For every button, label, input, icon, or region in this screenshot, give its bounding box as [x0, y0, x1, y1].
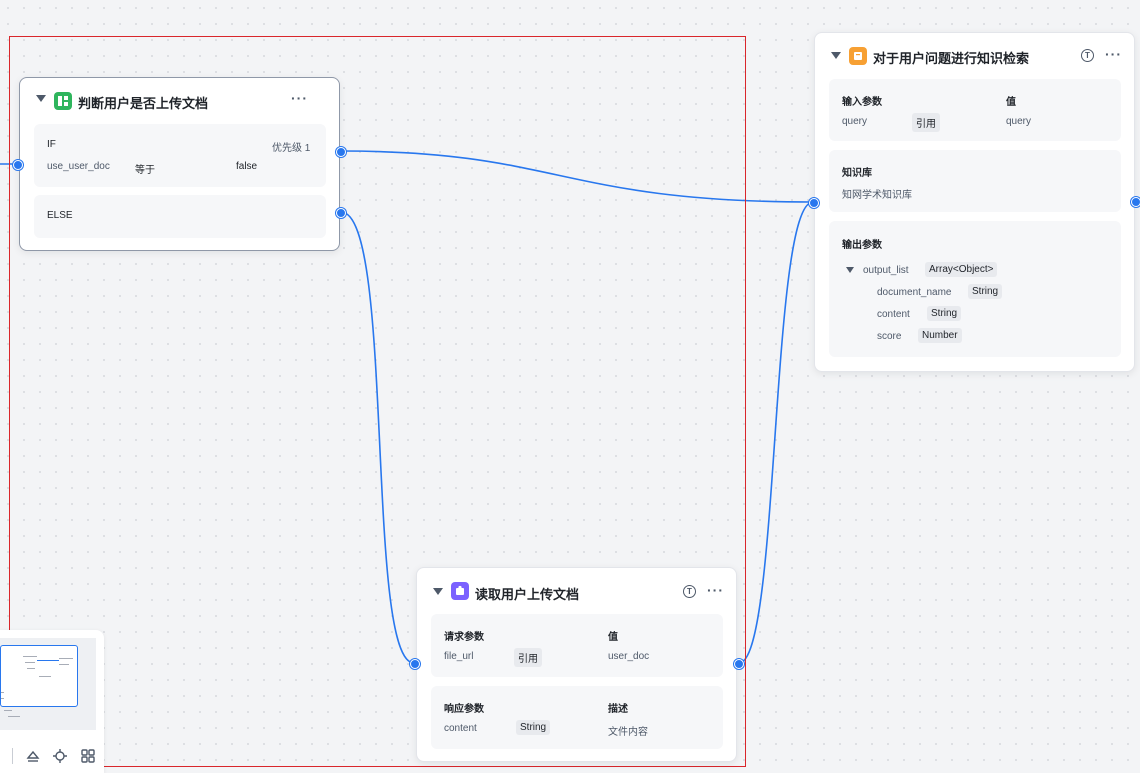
request-params-header: 请求参数 [444, 632, 484, 643]
triangle-down-icon[interactable] [831, 52, 841, 59]
output-field-type: String [968, 284, 1003, 299]
output-params-header: 输出参数 [842, 240, 882, 251]
plugin-node[interactable]: 读取用户上传文档 T ··· 请求参数 值 file_url 引用 user_d… [416, 567, 737, 762]
knowledge-node-header[interactable]: 对于用户问题进行知识检索 T ··· [815, 33, 1134, 77]
plugin-node-header[interactable]: 读取用户上传文档 T ··· [417, 568, 736, 612]
if-label: IF [47, 139, 56, 150]
else-branch[interactable]: ELSE [34, 195, 326, 238]
output-field-name: document_name [877, 287, 952, 298]
minimap-node [8, 716, 20, 717]
output-field-name: score [877, 331, 902, 342]
minimap-node [25, 662, 35, 663]
input-ref-tag: 引用 [912, 113, 940, 132]
edge-if-to-knowledge [340, 150, 814, 203]
plugin-response-section[interactable]: 响应参数 描述 content String 文件内容 [431, 686, 723, 749]
plugin-output-port[interactable] [734, 659, 744, 669]
grid-icon[interactable] [79, 747, 97, 765]
triangle-down-icon[interactable] [846, 267, 854, 273]
output-field-type: String [927, 306, 962, 321]
minimap-node [23, 656, 37, 657]
knowledge-node-title: 对于用户问题进行知识检索 [873, 51, 1030, 66]
knowledge-output-section[interactable]: 输出参数 output_list Array<Object> document_… [829, 221, 1121, 357]
minimap-node [59, 658, 73, 659]
condition-operator: 等于 [135, 165, 155, 176]
locate-icon[interactable] [51, 747, 69, 765]
response-param-name: content [444, 723, 477, 734]
plugin-request-section[interactable]: 请求参数 值 file_url 引用 user_doc [431, 614, 723, 677]
condition-node-title: 判断用户是否上传文档 [78, 96, 209, 111]
branch-icon [54, 92, 72, 110]
condition-value: false [236, 161, 258, 172]
else-label: ELSE [47, 210, 73, 221]
minimap-node [4, 710, 12, 711]
condition-node-header[interactable]: 判断用户是否上传文档 ··· [20, 78, 339, 122]
minimap[interactable] [0, 630, 104, 773]
minimap-node [39, 676, 51, 677]
info-icon[interactable]: T [1081, 49, 1094, 62]
condition-node[interactable]: 判断用户是否上传文档 ··· IF 优先级 1 use_user_doc 等于 … [19, 77, 340, 251]
response-type-tag: String [516, 720, 551, 735]
knowledge-node[interactable]: 对于用户问题进行知识检索 T ··· 输入参数 值 query 引用 query… [814, 32, 1135, 372]
request-ref-tag: 引用 [514, 648, 542, 667]
more-icon[interactable]: ··· [291, 90, 308, 106]
input-value-header: 值 [1006, 97, 1016, 108]
request-value-header: 值 [608, 632, 618, 643]
plugin-icon [451, 582, 469, 600]
minimap-canvas[interactable] [0, 638, 96, 730]
plugin-node-title: 读取用户上传文档 [475, 587, 580, 602]
input-param-name: query [842, 116, 868, 127]
more-icon[interactable]: ··· [1105, 46, 1122, 62]
condition-input-port[interactable] [13, 160, 23, 170]
minimap-node [1, 692, 4, 693]
minimap-viewport[interactable] [0, 645, 78, 707]
knowledge-output-port[interactable] [1131, 197, 1140, 207]
response-description: 文件内容 [608, 727, 648, 738]
input-params-header: 输入参数 [842, 97, 882, 108]
more-icon[interactable]: ··· [707, 582, 724, 598]
if-output-port[interactable] [336, 147, 346, 157]
request-param-name: file_url [444, 651, 474, 662]
minimap-edge [37, 660, 59, 661]
input-param-value: query [1006, 116, 1032, 127]
triangle-down-icon[interactable] [433, 588, 443, 595]
workflow-canvas[interactable]: 判断用户是否上传文档 ··· IF 优先级 1 use_user_doc 等于 … [0, 0, 1140, 773]
else-output-port[interactable] [336, 208, 346, 218]
response-params-header: 响应参数 [444, 704, 484, 715]
knowledge-base-section[interactable]: 知识库 知网学术知识库 [829, 150, 1121, 212]
response-desc-header: 描述 [608, 704, 628, 715]
knowledge-input-port[interactable] [809, 198, 819, 208]
priority-label: 优先级 1 [272, 143, 311, 154]
toolbar-divider [12, 748, 13, 764]
knowledge-input-section[interactable]: 输入参数 值 query 引用 query [829, 79, 1121, 141]
output-field-name: output_list [863, 265, 909, 276]
knowledge-base-icon [849, 47, 867, 65]
if-branch[interactable]: IF 优先级 1 use_user_doc 等于 false [34, 124, 326, 187]
output-field-type: Array<Object> [925, 262, 998, 277]
minimap-toolbar [0, 744, 104, 768]
knowledge-base-header: 知识库 [842, 168, 872, 179]
knowledge-base-name: 知网学术知识库 [842, 190, 912, 201]
output-field-type: Number [918, 328, 962, 343]
upload-icon[interactable] [24, 747, 42, 765]
info-icon[interactable]: T [683, 585, 696, 598]
edge-else-to-plugin [340, 211, 415, 664]
condition-variable: use_user_doc [47, 161, 110, 172]
triangle-down-icon[interactable] [36, 95, 46, 102]
minimap-node [27, 668, 35, 669]
edge-plugin-to-knowledge [738, 201, 814, 664]
output-field-name: content [877, 309, 910, 320]
minimap-node [59, 664, 69, 665]
minimap-node [1, 698, 4, 699]
plugin-input-port[interactable] [410, 659, 420, 669]
request-param-value: user_doc [608, 651, 650, 662]
